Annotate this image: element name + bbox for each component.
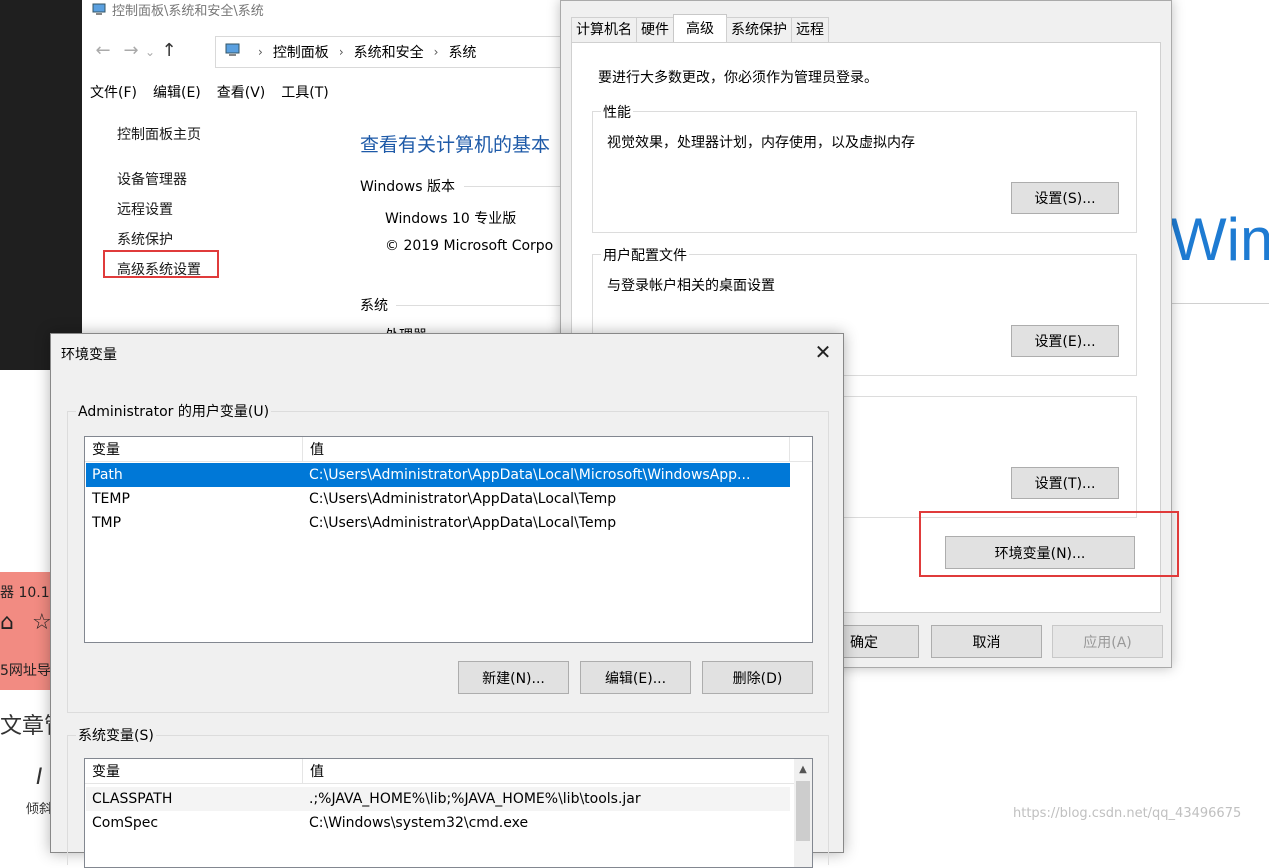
- scroll-thumb[interactable]: [796, 781, 810, 841]
- tab-remote[interactable]: 远程: [791, 17, 829, 42]
- divider: [464, 186, 564, 187]
- tab-strip: 计算机名 硬件 高级 系统保护 远程: [571, 14, 829, 43]
- menu-tools[interactable]: 工具(T): [281, 82, 328, 104]
- sidebar-link-device-manager[interactable]: 设备管理器: [117, 169, 187, 189]
- table-row[interactable]: Path C:\Users\Administrator\AppData\Loca…: [86, 463, 790, 487]
- system-variables-list[interactable]: 变量 值 CLASSPATH .;%JAVA_HOME%\lib;%JAVA_H…: [84, 758, 813, 868]
- vertical-scrollbar[interactable]: ▲: [794, 759, 812, 867]
- navigation-buttons: ← → ⌄ ↑: [92, 40, 180, 66]
- group-title-user-variables: Administrator 的用户变量(U): [76, 401, 272, 421]
- column-header-variable[interactable]: 变量: [85, 759, 302, 783]
- scroll-up-arrow-icon[interactable]: ▲: [794, 761, 812, 779]
- variable-name: ComSpec: [92, 815, 159, 831]
- highlight-box: [919, 511, 1179, 577]
- chevron-right-icon[interactable]: ›: [434, 45, 439, 59]
- cancel-button[interactable]: 取消: [931, 625, 1042, 658]
- performance-settings-button[interactable]: 设置(S)...: [1011, 182, 1119, 214]
- user-variables-list[interactable]: 变量 值 Path C:\Users\Administrator\AppData…: [84, 436, 813, 643]
- menu-bar: 文件(F) 编辑(E) 查看(V) 工具(T): [90, 82, 329, 104]
- group-performance: 性能 视觉效果，处理器计划，内存使用，以及虚拟内存 设置(S)...: [592, 102, 1137, 233]
- divider: [396, 305, 564, 306]
- table-row[interactable]: CLASSPATH .;%JAVA_HOME%\lib;%JAVA_HOME%\…: [86, 787, 790, 811]
- group-title-user-profiles: 用户配置文件: [601, 245, 689, 265]
- variable-value: C:\Windows\system32\cmd.exe: [309, 815, 529, 831]
- menu-file[interactable]: 文件(F): [90, 82, 137, 104]
- variable-name: TMP: [92, 515, 122, 531]
- forward-arrow-icon[interactable]: →: [120, 40, 142, 61]
- star-icon[interactable]: ☆: [32, 610, 52, 635]
- chevron-right-icon[interactable]: ›: [339, 45, 344, 59]
- group-user-variables: Administrator 的用户变量(U) 变量 值 Path C:\User…: [67, 401, 829, 713]
- up-arrow-icon[interactable]: ↑: [158, 40, 180, 61]
- computer-icon: [92, 3, 108, 17]
- processor-label: 处理器: [385, 325, 427, 333]
- chevron-right-icon: ›: [258, 45, 263, 59]
- tab-hardware[interactable]: 硬件: [636, 17, 674, 42]
- divider: [1168, 303, 1269, 304]
- breadcrumb-item[interactable]: 系统: [448, 42, 476, 62]
- close-icon[interactable]: ✕: [811, 340, 835, 364]
- column-header-value[interactable]: 值: [303, 759, 324, 783]
- admin-note: 要进行大多数更改，你必须作为管理员登录。: [598, 70, 878, 86]
- table-row[interactable]: ComSpec C:\Windows\system32\cmd.exe: [86, 811, 790, 835]
- delete-user-variable-button[interactable]: 删除(D): [702, 661, 813, 694]
- sidebar-link-home[interactable]: 控制面板主页: [117, 124, 201, 144]
- user-profiles-settings-button[interactable]: 设置(E)...: [1011, 325, 1119, 357]
- list-header: 变量 值: [85, 437, 812, 462]
- section-label-system: 系统: [360, 298, 388, 314]
- performance-description: 视觉效果，处理器计划，内存使用，以及虚拟内存: [607, 135, 915, 151]
- dropdown-chevron-icon[interactable]: ⌄: [142, 45, 158, 59]
- table-row[interactable]: TMP C:\Users\Administrator\AppData\Local…: [86, 511, 790, 535]
- menu-edit[interactable]: 编辑(E): [153, 82, 201, 104]
- section-label-windows-edition: Windows 版本: [360, 179, 455, 195]
- computer-icon: [224, 42, 242, 62]
- background-text: 5网址导: [0, 663, 51, 679]
- table-row[interactable]: TEMP C:\Users\Administrator\AppData\Loca…: [86, 487, 790, 511]
- copyright-value: © 2019 Microsoft Corpo: [385, 238, 554, 254]
- tab-system-protection[interactable]: 系统保护: [726, 17, 792, 42]
- back-arrow-icon[interactable]: ←: [92, 40, 114, 61]
- group-title-performance: 性能: [601, 102, 633, 122]
- breadcrumb-item[interactable]: 控制面板: [273, 42, 329, 62]
- variable-name: Path: [92, 467, 123, 483]
- edit-user-variable-button[interactable]: 编辑(E)...: [580, 661, 691, 694]
- variable-name: CLASSPATH: [92, 791, 173, 807]
- breadcrumb-item[interactable]: 系统和安全: [354, 42, 424, 62]
- list-header: 变量 值: [85, 759, 812, 784]
- italic-icon: I: [36, 765, 43, 790]
- variable-value: .;%JAVA_HOME%\lib;%JAVA_HOME%\lib\tools.…: [309, 791, 641, 807]
- column-header-variable[interactable]: 变量: [85, 437, 302, 461]
- background-app-dark-area: [0, 0, 82, 370]
- group-title-system-variables: 系统变量(S): [76, 725, 156, 745]
- group-system-variables: 系统变量(S) 变量 值 CLASSPATH .;%JAVA_HOME%\lib…: [67, 725, 829, 868]
- variable-value: C:\Users\Administrator\AppData\Local\Tem…: [309, 491, 617, 507]
- background-text: 倾斜: [26, 802, 53, 817]
- home-icon[interactable]: ⌂: [0, 610, 14, 635]
- tab-advanced[interactable]: 高级: [673, 14, 727, 43]
- windows-logo-text: Wind: [1170, 206, 1269, 273]
- variable-name: TEMP: [92, 491, 130, 507]
- menu-view[interactable]: 查看(V): [217, 82, 266, 104]
- user-profiles-description: 与登录帐户相关的桌面设置: [607, 278, 775, 294]
- watermark: https://blog.csdn.net/qq_43496675: [1013, 806, 1242, 821]
- page-title: 查看有关计算机的基本: [360, 134, 551, 156]
- window-title-text: 控制面板\系统和安全\系统: [112, 4, 264, 19]
- window-title: 控制面板\系统和安全\系统: [92, 0, 264, 20]
- highlight-box: [103, 250, 219, 278]
- startup-settings-button[interactable]: 设置(T)...: [1011, 467, 1119, 499]
- new-user-variable-button[interactable]: 新建(N)...: [458, 661, 569, 694]
- column-divider[interactable]: [789, 437, 790, 461]
- variable-value: C:\Users\Administrator\AppData\Local\Mic…: [309, 467, 751, 483]
- sidebar-link-system-protection[interactable]: 系统保护: [117, 229, 173, 249]
- environment-variables-dialog: 环境变量 ✕ Administrator 的用户变量(U) 变量 值 Path …: [50, 333, 844, 868]
- edition-value: Windows 10 专业版: [385, 211, 517, 227]
- dialog-title: 环境变量: [61, 347, 117, 363]
- apply-button[interactable]: 应用(A): [1052, 625, 1163, 658]
- tab-computer-name[interactable]: 计算机名: [571, 17, 637, 42]
- column-header-value[interactable]: 值: [303, 437, 324, 461]
- variable-value: C:\Users\Administrator\AppData\Local\Tem…: [309, 515, 617, 531]
- sidebar-link-remote-settings[interactable]: 远程设置: [117, 199, 173, 219]
